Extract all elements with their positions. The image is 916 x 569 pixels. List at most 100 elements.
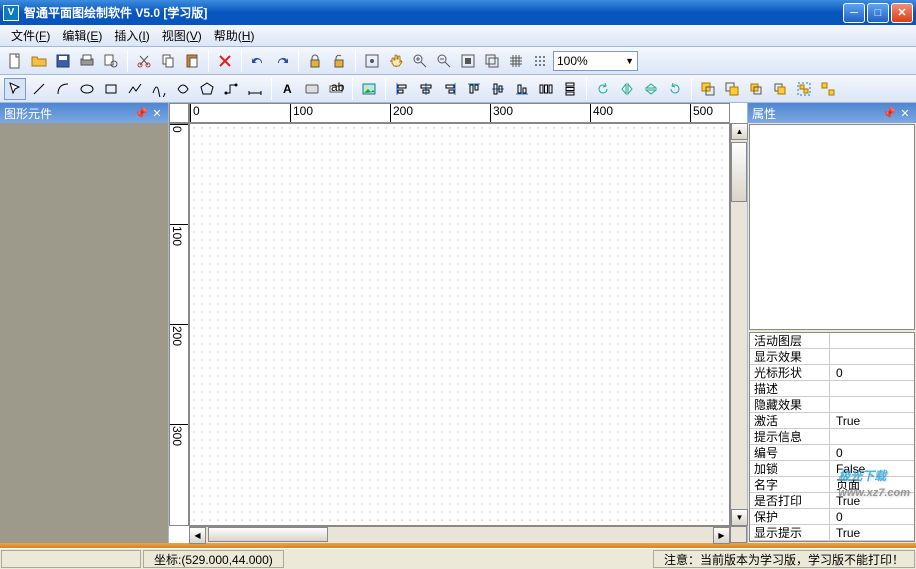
property-row[interactable]: 提示信息 [750, 429, 914, 445]
shapes-panel: 图形元件 📌 ✕ [0, 103, 169, 543]
pointer-tool[interactable] [4, 78, 26, 100]
property-row[interactable]: 保护0 [750, 509, 914, 525]
properties-panel: 属性 📌 ✕ 活动图层显示效果光标形状0描述隐藏效果激活True提示信息编号0加… [747, 103, 916, 543]
shape-properties-button[interactable] [361, 50, 383, 72]
close-button[interactable]: ✕ [891, 3, 913, 23]
scroll-up-button[interactable]: ▲ [731, 123, 748, 140]
property-row[interactable]: 活动图层 [750, 333, 914, 349]
property-row[interactable]: 显示效果 [750, 349, 914, 365]
send-backward-button[interactable] [769, 78, 791, 100]
polygon-tool[interactable] [196, 78, 218, 100]
property-row[interactable]: 光标形状0 [750, 365, 914, 381]
close-panel-icon[interactable]: ✕ [898, 106, 912, 120]
property-row[interactable]: 名字页面 [750, 477, 914, 493]
group-button[interactable] [793, 78, 815, 100]
cut-button[interactable] [133, 50, 155, 72]
close-panel-icon[interactable]: ✕ [150, 106, 164, 120]
align-top-button[interactable] [463, 78, 485, 100]
align-center-v-button[interactable] [487, 78, 509, 100]
flip-h-button[interactable] [616, 78, 638, 100]
property-row[interactable]: 激活True [750, 413, 914, 429]
send-back-button[interactable] [721, 78, 743, 100]
lock-button[interactable] [304, 50, 326, 72]
properties-preview [749, 124, 915, 330]
layers-button[interactable] [481, 50, 503, 72]
property-row[interactable]: 显示提示True [750, 525, 914, 541]
flip-v-button[interactable] [640, 78, 662, 100]
property-row[interactable]: 描述 [750, 381, 914, 397]
rectangle-tool[interactable] [100, 78, 122, 100]
menu-file[interactable]: 文件(F) [5, 24, 56, 47]
dimension-tool[interactable] [244, 78, 266, 100]
align-left-button[interactable] [391, 78, 413, 100]
edit-tool[interactable]: ab| [325, 78, 347, 100]
distribute-h-button[interactable] [535, 78, 557, 100]
maximize-button[interactable]: □ [867, 3, 889, 23]
text-tool[interactable]: A [277, 78, 299, 100]
open-button[interactable] [28, 50, 50, 72]
dots-button[interactable] [529, 50, 551, 72]
align-right-button[interactable] [439, 78, 461, 100]
delete-button[interactable] [214, 50, 236, 72]
align-bottom-button[interactable] [511, 78, 533, 100]
ruler-corner [169, 103, 189, 123]
bring-front-button[interactable] [697, 78, 719, 100]
drawing-canvas[interactable] [189, 123, 730, 526]
print-preview-button[interactable] [100, 50, 122, 72]
property-row[interactable]: 加锁False [750, 461, 914, 477]
bring-forward-button[interactable] [745, 78, 767, 100]
vertical-ruler[interactable]: 0 100 200 300 [169, 123, 189, 526]
grid-button[interactable] [505, 50, 527, 72]
menu-insert[interactable]: 插入(I) [108, 24, 155, 47]
status-bar: 坐标:(529.000,44.000) 注意：当前版本为学习版，学习版不能打印！ [0, 548, 916, 569]
polyline-tool[interactable] [124, 78, 146, 100]
canvas-area: 0 100 200 300 400 500 0 100 200 300 ▲ ▼ [169, 103, 747, 543]
arc-tool[interactable] [52, 78, 74, 100]
new-button[interactable] [4, 50, 26, 72]
menu-help[interactable]: 帮助(H) [208, 24, 261, 47]
curve-tool[interactable] [148, 78, 170, 100]
button-tool[interactable] [301, 78, 323, 100]
pin-icon[interactable]: 📌 [134, 106, 148, 120]
print-button[interactable] [76, 50, 98, 72]
undo-button[interactable] [247, 50, 269, 72]
scroll-left-button[interactable]: ◀ [189, 527, 206, 544]
property-row[interactable]: 编号0 [750, 445, 914, 461]
menu-view[interactable]: 视图(V) [156, 24, 208, 47]
connector-tool[interactable] [220, 78, 242, 100]
toolbar-standard: 100%▼ [0, 47, 916, 75]
line-tool[interactable] [28, 78, 50, 100]
scroll-right-button[interactable]: ▶ [713, 527, 730, 544]
pin-icon[interactable]: 📌 [882, 106, 896, 120]
distribute-v-button[interactable] [559, 78, 581, 100]
copy-button[interactable] [157, 50, 179, 72]
ungroup-button[interactable] [817, 78, 839, 100]
redo-button[interactable] [271, 50, 293, 72]
horizontal-ruler[interactable]: 0 100 200 300 400 500 [189, 103, 730, 123]
app-icon: V [3, 5, 19, 21]
zoom-in-button[interactable] [409, 50, 431, 72]
unlock-button[interactable] [328, 50, 350, 72]
properties-grid[interactable]: 活动图层显示效果光标形状0描述隐藏效果激活True提示信息编号0加锁False名… [749, 332, 915, 542]
horizontal-scrollbar[interactable]: ◀ ▶ [189, 526, 730, 543]
fit-page-button[interactable] [457, 50, 479, 72]
zoom-out-button[interactable] [433, 50, 455, 72]
minimize-button[interactable]: ─ [843, 3, 865, 23]
menu-edit[interactable]: 编辑(E) [56, 24, 108, 47]
align-center-h-button[interactable] [415, 78, 437, 100]
svg-text:ab|: ab| [331, 81, 344, 94]
pan-button[interactable] [385, 50, 407, 72]
scroll-down-button[interactable]: ▼ [731, 509, 748, 526]
closed-curve-tool[interactable] [172, 78, 194, 100]
property-row[interactable]: 是否打印True [750, 493, 914, 509]
rotate-ccw-button[interactable] [664, 78, 686, 100]
save-button[interactable] [52, 50, 74, 72]
property-row[interactable]: 隐藏效果 [750, 397, 914, 413]
ellipse-tool[interactable] [76, 78, 98, 100]
vertical-scrollbar[interactable]: ▲ ▼ [730, 123, 747, 526]
image-tool[interactable] [358, 78, 380, 100]
rotate-cw-button[interactable] [592, 78, 614, 100]
status-coord: 坐标:(529.000,44.000) [143, 550, 284, 568]
zoom-combo[interactable]: 100%▼ [553, 51, 638, 71]
paste-button[interactable] [181, 50, 203, 72]
